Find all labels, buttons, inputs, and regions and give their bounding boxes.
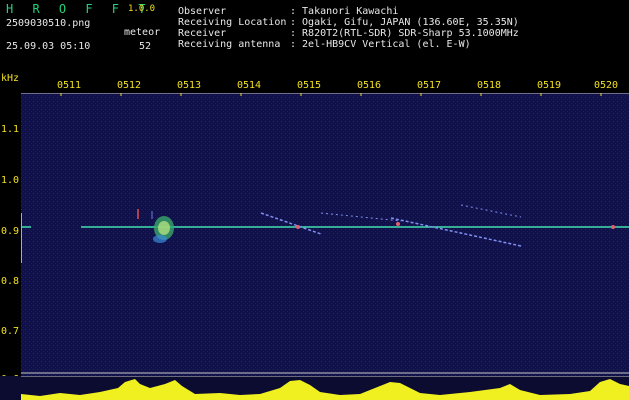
meteor-spot <box>611 225 615 229</box>
x-tick-label: 0512 <box>117 80 142 91</box>
info-observer-value: : Takanori Kawachi <box>290 6 399 17</box>
info-antenna-value: : 2el-HB9CV Vertical (el. E-W) <box>290 39 471 50</box>
info-receiver-value: : R820T2(RTL-SDR) SDR-Sharp 53.1000MHz <box>290 28 519 39</box>
info-location-value: : Ogaki, Gifu, JAPAN (136.60E, 35.35N) <box>290 17 519 28</box>
filename-label: 2509030510.png <box>6 18 91 29</box>
y-tick-label: 1.1 <box>1 124 20 135</box>
x-tick-label: 0516 <box>357 80 382 91</box>
datetime-label: 25.09.03 05:10 <box>6 41 91 52</box>
x-tick-label: 0519 <box>537 80 562 91</box>
x-tick-label: 0513 <box>177 80 202 91</box>
signal-histogram <box>0 376 629 400</box>
meteor-count: 52 <box>139 41 152 52</box>
y-tick-label: 0.9 <box>1 226 20 237</box>
x-tick-label: 0511 <box>57 80 82 91</box>
info-location-key: Receiving Location <box>178 17 287 28</box>
info-antenna-key: Receiving antenna <box>178 39 281 50</box>
spectrogram <box>21 93 629 376</box>
meteor-spot <box>296 225 300 229</box>
info-observer-key: Observer <box>178 6 227 17</box>
info-receiver-key: Receiver <box>178 28 227 39</box>
hroft-window: H R O F F T 1.0.0 2509030510.png 25.09.0… <box>0 0 629 400</box>
x-tick-label: 0514 <box>237 80 262 91</box>
y-tick-label: 1.0 <box>1 175 20 186</box>
meteor-label: meteor <box>124 27 161 38</box>
y-tick-label: 0.7 <box>1 326 20 337</box>
meteor-spot <box>396 222 400 226</box>
y-unit-label: kHz <box>1 73 20 84</box>
x-tick-label: 0518 <box>477 80 502 91</box>
y-tick-label: 0.8 <box>1 276 20 287</box>
x-tick-label: 0517 <box>417 80 442 91</box>
x-tick-label: 0515 <box>297 80 322 91</box>
x-tick-label: 0520 <box>594 80 619 91</box>
spectrogram-background <box>21 93 629 376</box>
app-version: 1.0.0 <box>128 4 156 14</box>
